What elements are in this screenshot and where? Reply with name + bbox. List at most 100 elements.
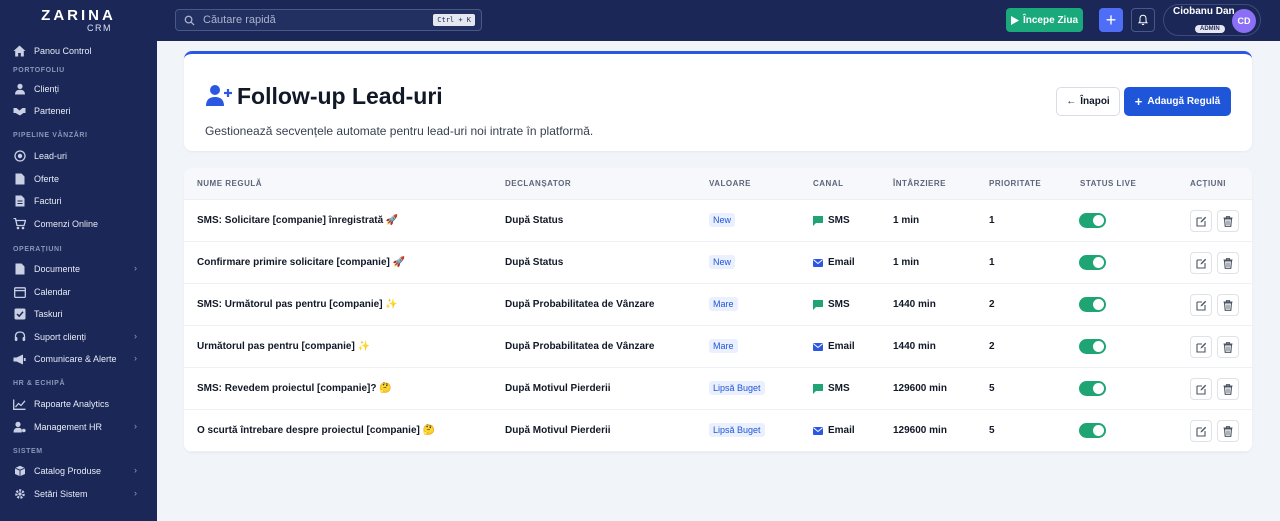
sidebar-item-communication[interactable]: Comunicare & Alerte › bbox=[0, 349, 157, 369]
search-input[interactable]: Căutare rapidă Ctrl + K bbox=[175, 9, 482, 31]
column-header-status: STATUS LIVE bbox=[1080, 179, 1137, 188]
sidebar-item-product-catalog[interactable]: Catalog Produse › bbox=[0, 461, 157, 481]
mail-icon bbox=[813, 426, 823, 435]
app-logo[interactable]: ZARINA CRM bbox=[0, 0, 157, 41]
status-live-toggle[interactable] bbox=[1079, 297, 1106, 312]
notifications-button[interactable] bbox=[1131, 8, 1155, 32]
table-header: NUME REGULĂ DECLANȘATOR VALOARE CANAL ÎN… bbox=[184, 168, 1252, 200]
sidebar-item-calendar[interactable]: Calendar bbox=[0, 282, 157, 302]
back-button-label: Înapoi bbox=[1080, 96, 1110, 107]
edit-icon bbox=[1195, 216, 1206, 227]
edit-button[interactable] bbox=[1190, 210, 1212, 232]
quick-add-button[interactable]: + bbox=[1099, 8, 1123, 32]
page-title: Follow-up Lead-uri bbox=[237, 83, 443, 109]
bell-icon bbox=[1138, 14, 1148, 26]
avatar[interactable]: CD bbox=[1232, 9, 1256, 33]
edit-icon bbox=[1195, 426, 1206, 437]
status-live-toggle[interactable] bbox=[1079, 255, 1106, 270]
rule-trigger: După Probabilitatea de Vânzare bbox=[505, 341, 655, 352]
status-live-toggle[interactable] bbox=[1079, 423, 1106, 438]
rule-name: SMS: Solicitare [companie] înregistrată … bbox=[197, 215, 399, 226]
logo-text: ZARINA bbox=[41, 6, 116, 24]
sidebar-item-analytics[interactable]: Rapoarte Analytics bbox=[0, 394, 157, 414]
section-system: SISTEM bbox=[13, 448, 43, 455]
rule-channel: Email bbox=[813, 425, 855, 436]
user-name: Ciobanu Dan bbox=[1173, 5, 1235, 17]
add-rule-button[interactable]: + Adaugă Regulă bbox=[1124, 87, 1231, 116]
rule-channel: SMS bbox=[813, 383, 850, 394]
back-button[interactable]: ← Înapoi bbox=[1056, 87, 1120, 116]
sidebar-item-leads[interactable]: Lead-uri bbox=[0, 146, 157, 166]
delete-button[interactable] bbox=[1217, 378, 1239, 400]
sidebar-item-offers[interactable]: Oferte bbox=[0, 169, 157, 189]
table-row: Următorul pas pentru [companie] ✨ După Pr… bbox=[184, 326, 1252, 368]
headset-icon bbox=[13, 331, 26, 344]
sidebar-item-partners[interactable]: Parteneri bbox=[0, 101, 157, 121]
rule-trigger: După Status bbox=[505, 257, 564, 268]
mail-icon bbox=[813, 258, 823, 267]
sidebar-item-system-settings[interactable]: Setări Sistem › bbox=[0, 484, 157, 504]
rule-name: SMS: Următorul pas pentru [companie] ✨ bbox=[197, 299, 398, 310]
chat-icon bbox=[813, 299, 823, 310]
sidebar-item-clients[interactable]: Clienți bbox=[0, 79, 157, 99]
rule-trigger: După Probabilitatea de Vânzare bbox=[505, 299, 655, 310]
rule-trigger: După Status bbox=[505, 215, 564, 226]
edit-button[interactable] bbox=[1190, 294, 1212, 316]
sidebar-item-hr-management[interactable]: Management HR › bbox=[0, 417, 157, 437]
chevron-right-icon: › bbox=[134, 465, 137, 475]
page-subtitle: Gestionează secvențele automate pentru l… bbox=[205, 124, 594, 138]
trash-icon bbox=[1223, 341, 1233, 353]
chat-icon bbox=[813, 215, 823, 226]
sidebar-item-tasks[interactable]: Taskuri bbox=[0, 304, 157, 324]
trash-icon bbox=[1223, 425, 1233, 437]
edit-icon bbox=[1195, 300, 1206, 311]
sidebar-item-label: Management HR bbox=[34, 422, 103, 432]
rule-priority: 2 bbox=[989, 299, 995, 310]
trash-icon bbox=[1223, 299, 1233, 311]
sidebar-item-label: Setări Sistem bbox=[34, 489, 88, 499]
column-header-actions: ACȚIUNI bbox=[1190, 179, 1226, 188]
section-pipeline: PIPELINE VÂNZĂRI bbox=[13, 132, 88, 139]
edit-button[interactable] bbox=[1190, 378, 1212, 400]
rule-value-badge: Lipsă Buget bbox=[709, 381, 765, 395]
user-menu[interactable]: Ciobanu Dan ADMIN CD bbox=[1163, 4, 1261, 36]
delete-button[interactable] bbox=[1217, 210, 1239, 232]
edit-button[interactable] bbox=[1190, 336, 1212, 358]
sidebar-item-client-support[interactable]: Suport clienți › bbox=[0, 327, 157, 347]
trash-icon bbox=[1223, 257, 1233, 269]
edit-button[interactable] bbox=[1190, 420, 1212, 442]
rule-priority: 5 bbox=[989, 425, 995, 436]
status-live-toggle[interactable] bbox=[1079, 339, 1106, 354]
delete-button[interactable] bbox=[1217, 420, 1239, 442]
column-header-priority: PRIORITATE bbox=[989, 179, 1042, 188]
status-live-toggle[interactable] bbox=[1079, 381, 1106, 396]
delete-button[interactable] bbox=[1217, 294, 1239, 316]
section-hr: HR & ECHIPĂ bbox=[13, 380, 66, 387]
sidebar-item-invoices[interactable]: Facturi bbox=[0, 191, 157, 211]
edit-icon bbox=[1195, 258, 1206, 269]
file-icon bbox=[13, 263, 26, 276]
rule-name: Următorul pas pentru [companie] ✨ bbox=[197, 341, 371, 352]
edit-button[interactable] bbox=[1190, 252, 1212, 274]
sidebar-item-label: Taskuri bbox=[34, 309, 63, 319]
sidebar-item-dashboard[interactable]: Panou Control bbox=[0, 41, 157, 61]
chevron-right-icon: › bbox=[134, 331, 137, 341]
delete-button[interactable] bbox=[1217, 252, 1239, 274]
invoice-icon bbox=[13, 195, 26, 208]
rule-channel-label: SMS bbox=[828, 383, 850, 394]
sidebar-item-label: Calendar bbox=[34, 287, 71, 297]
plus-icon: + bbox=[1105, 10, 1117, 30]
table-row: SMS: Solicitare [companie] înregistrată … bbox=[184, 200, 1252, 242]
status-live-toggle[interactable] bbox=[1079, 213, 1106, 228]
sidebar-item-documents[interactable]: Documente › bbox=[0, 259, 157, 279]
sidebar-item-label: Parteneri bbox=[34, 106, 71, 116]
start-day-button[interactable]: Începe Ziua bbox=[1006, 8, 1083, 32]
mail-icon bbox=[813, 342, 823, 351]
rule-channel-label: SMS bbox=[828, 215, 850, 226]
delete-button[interactable] bbox=[1217, 336, 1239, 358]
rules-table: NUME REGULĂ DECLANȘATOR VALOARE CANAL ÎN… bbox=[184, 168, 1252, 452]
sidebar-item-label: Comenzi Online bbox=[34, 219, 99, 229]
sidebar-item-online-orders[interactable]: Comenzi Online bbox=[0, 214, 157, 234]
gear-icon bbox=[13, 488, 26, 501]
rule-name: SMS: Revedem proiectul [companie]? 🤔 bbox=[197, 383, 392, 394]
